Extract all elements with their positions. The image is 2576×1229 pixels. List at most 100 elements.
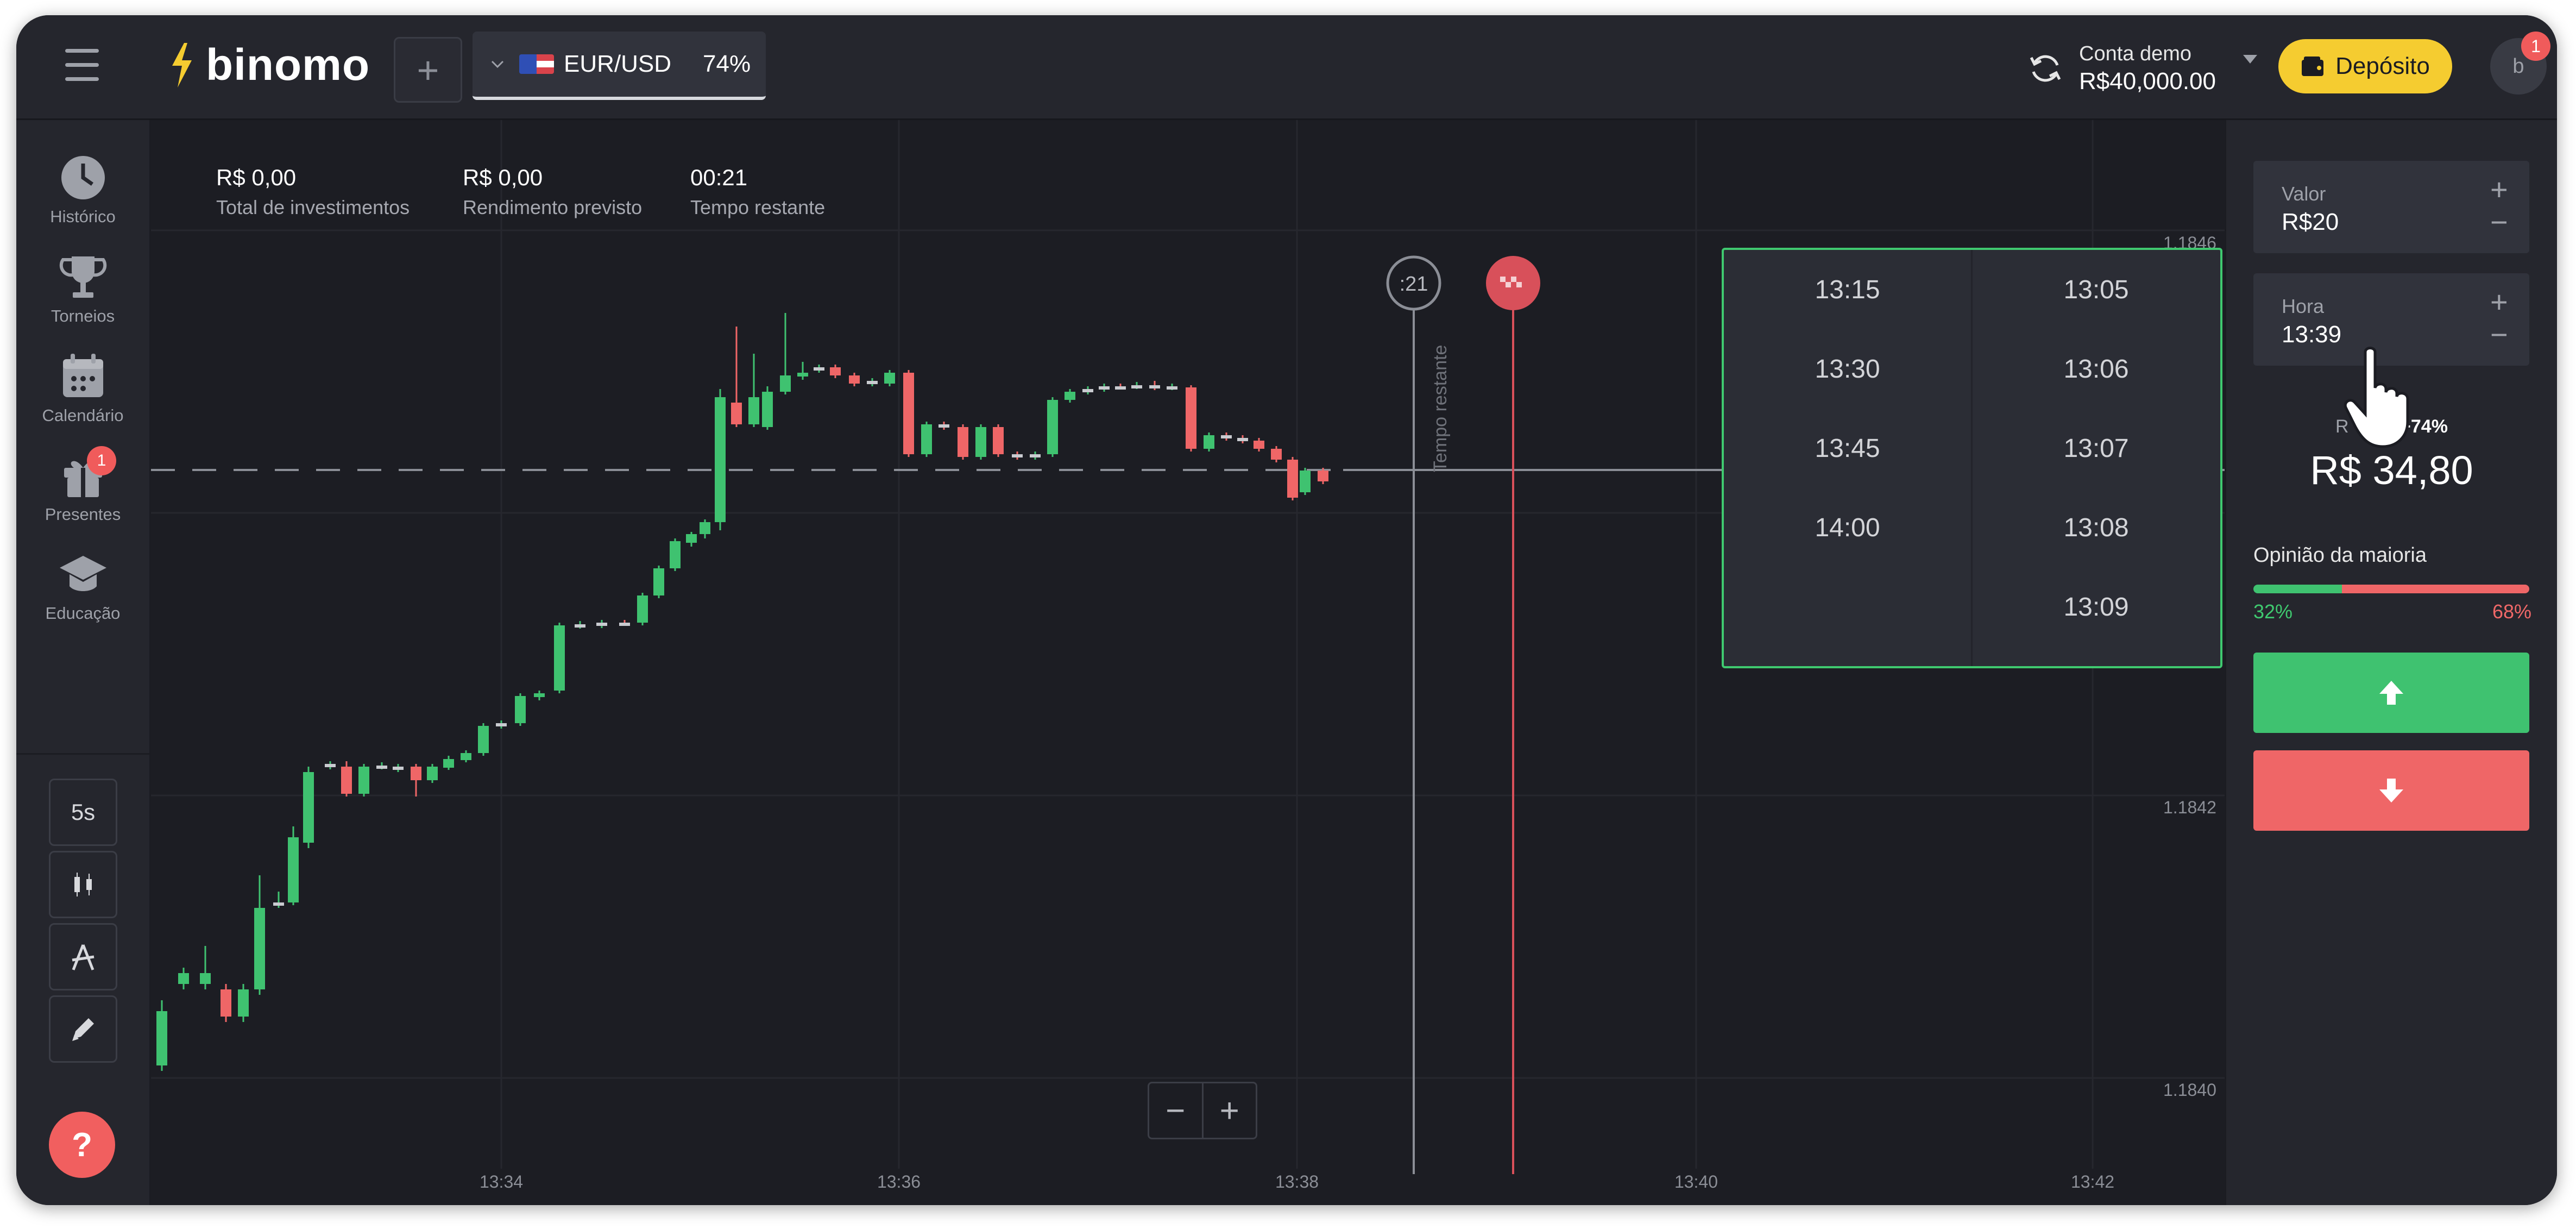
amount-decrease-button[interactable]: − [2490,204,2508,240]
majority-up-fill [2253,585,2342,593]
candle-body [515,696,526,723]
amount-field[interactable]: Valor R$20 + − [2253,161,2529,253]
candle-body [254,908,265,989]
time-decrease-button[interactable]: − [2490,317,2508,352]
hamburger-menu-icon[interactable] [65,49,99,81]
time-option[interactable]: 13:05 [1973,250,2220,329]
sidebar-item-label: Torneios [51,306,115,325]
logo[interactable]: binomo [166,38,370,92]
zoom-in-button[interactable]: + [1204,1083,1256,1138]
amount-increase-button[interactable]: + [2490,172,2508,207]
candles [156,313,1328,1071]
sidebar-item-gifts[interactable]: Presentes 1 [16,446,149,533]
arrow-down-icon [2379,779,2403,802]
candle-body [288,837,299,902]
candle-body [700,522,710,534]
stat-total-investments: R$ 0,00 Total de investimentos [216,165,410,219]
asset-payout: 74% [703,51,751,77]
candle-body [849,375,860,384]
x-tick-label: 13:38 [1275,1172,1319,1192]
indicators-button[interactable] [49,923,117,990]
chevron-down-icon[interactable] [490,57,505,72]
stat-value: R$ 0,00 [216,165,297,190]
candle-body [1186,387,1196,449]
time-option[interactable]: 14:00 [1724,488,1971,567]
sidebar-item-label: Presentes [45,505,121,524]
candle-body [156,1011,167,1065]
trade-panel: Valor R$20 + − Hora 13:39 + − R +74% R$ … [2226,120,2557,1205]
candle-body [178,973,189,984]
candle-body [1099,386,1110,390]
time-options-right: 13:05 13:06 13:07 13:08 13:09 [1973,250,2220,666]
arrow-up-icon [2379,681,2403,705]
time-option[interactable]: 13:09 [1973,567,2220,647]
caret-down-icon[interactable] [2242,54,2258,65]
time-value[interactable]: 13:39 [2282,321,2341,348]
amount-value[interactable]: R$20 [2282,209,2339,236]
candle-body [1115,386,1126,390]
account-label: Conta demo [2079,42,2192,65]
candle-body [1047,400,1058,454]
sidebar-item-calendar[interactable]: Calendário [16,353,149,434]
candle-body [1012,454,1023,457]
top-bar: binomo + EUR/USD 74% Conta demo R$40,000… [16,15,2557,120]
sidebar-item-education[interactable]: Educação [16,550,149,632]
candle-body [273,902,284,906]
remaining-time-vertical-label: Tempo restante [1430,345,1451,472]
sidebar-divider [16,753,149,755]
sidebar: Histórico Torneios Calendário Presentes … [16,120,149,1205]
drawing-tools-button[interactable] [49,995,117,1063]
time-increase-button[interactable]: + [2490,284,2508,319]
candle-body [341,767,352,794]
candle-body [534,693,545,697]
sidebar-item-tournaments[interactable]: Torneios [16,253,149,335]
sidebar-item-history[interactable]: Histórico [16,154,149,235]
candle-body [200,973,211,984]
add-asset-button[interactable]: + [394,37,462,103]
time-option[interactable]: 13:30 [1724,329,1971,409]
time-option[interactable]: 13:06 [1973,329,2220,409]
time-option[interactable]: 13:07 [1973,409,2220,488]
deposit-button[interactable]: Depósito [2278,39,2452,93]
candle-body [1030,454,1041,457]
logo-text: binomo [206,40,370,90]
stat-value: 00:21 [690,165,748,190]
account-switcher[interactable]: Conta demo R$40,000.00 [2026,36,2258,101]
candle-body [1149,385,1160,388]
candle-body [238,989,249,1017]
candle-body [596,623,607,626]
timeframe-button[interactable]: 5s [49,779,117,846]
candle-body [496,723,507,726]
majority-opinion-title: Opinião da maioria [2253,544,2427,567]
time-option[interactable]: 13:15 [1724,250,1971,329]
majority-opinion-bar [2253,585,2529,593]
candle-body [554,625,565,691]
down-button[interactable] [2253,750,2529,831]
candle-body [221,989,231,1017]
zoom-out-button[interactable]: − [1149,1083,1204,1138]
stat-label: Rendimento previsto [463,196,643,218]
x-tick-label: 13:34 [480,1172,523,1192]
stat-expected-return: R$ 0,00 Rendimento previsto [463,165,642,219]
time-option[interactable]: 13:08 [1973,488,2220,567]
asset-tab[interactable]: EUR/USD 74% [473,32,766,100]
up-button[interactable] [2253,653,2529,733]
majority-down-fill [2341,585,2529,593]
wallet-icon [2302,57,2324,76]
finish-flag-badge[interactable] [1486,256,1540,310]
zoom-controls: − + [1148,1082,1257,1139]
sidebar-item-label: Calendário [42,406,124,425]
asset-pair: EUR/USD [564,51,672,77]
time-option[interactable]: 13:45 [1724,409,1971,488]
pencil-icon [72,1018,94,1041]
candle-body [1065,392,1075,400]
chart-type-button[interactable] [49,851,117,918]
sync-icon[interactable] [2026,49,2065,88]
expiration-time-dropdown: 13:15 13:30 13:45 14:00 13:05 13:06 13:0… [1722,248,2222,668]
candle-body [1318,471,1328,481]
help-button[interactable]: ? [49,1112,115,1178]
candle-body [993,427,1004,454]
candle-body [958,427,968,457]
trophy-icon [59,256,106,298]
candle-body [867,381,878,384]
